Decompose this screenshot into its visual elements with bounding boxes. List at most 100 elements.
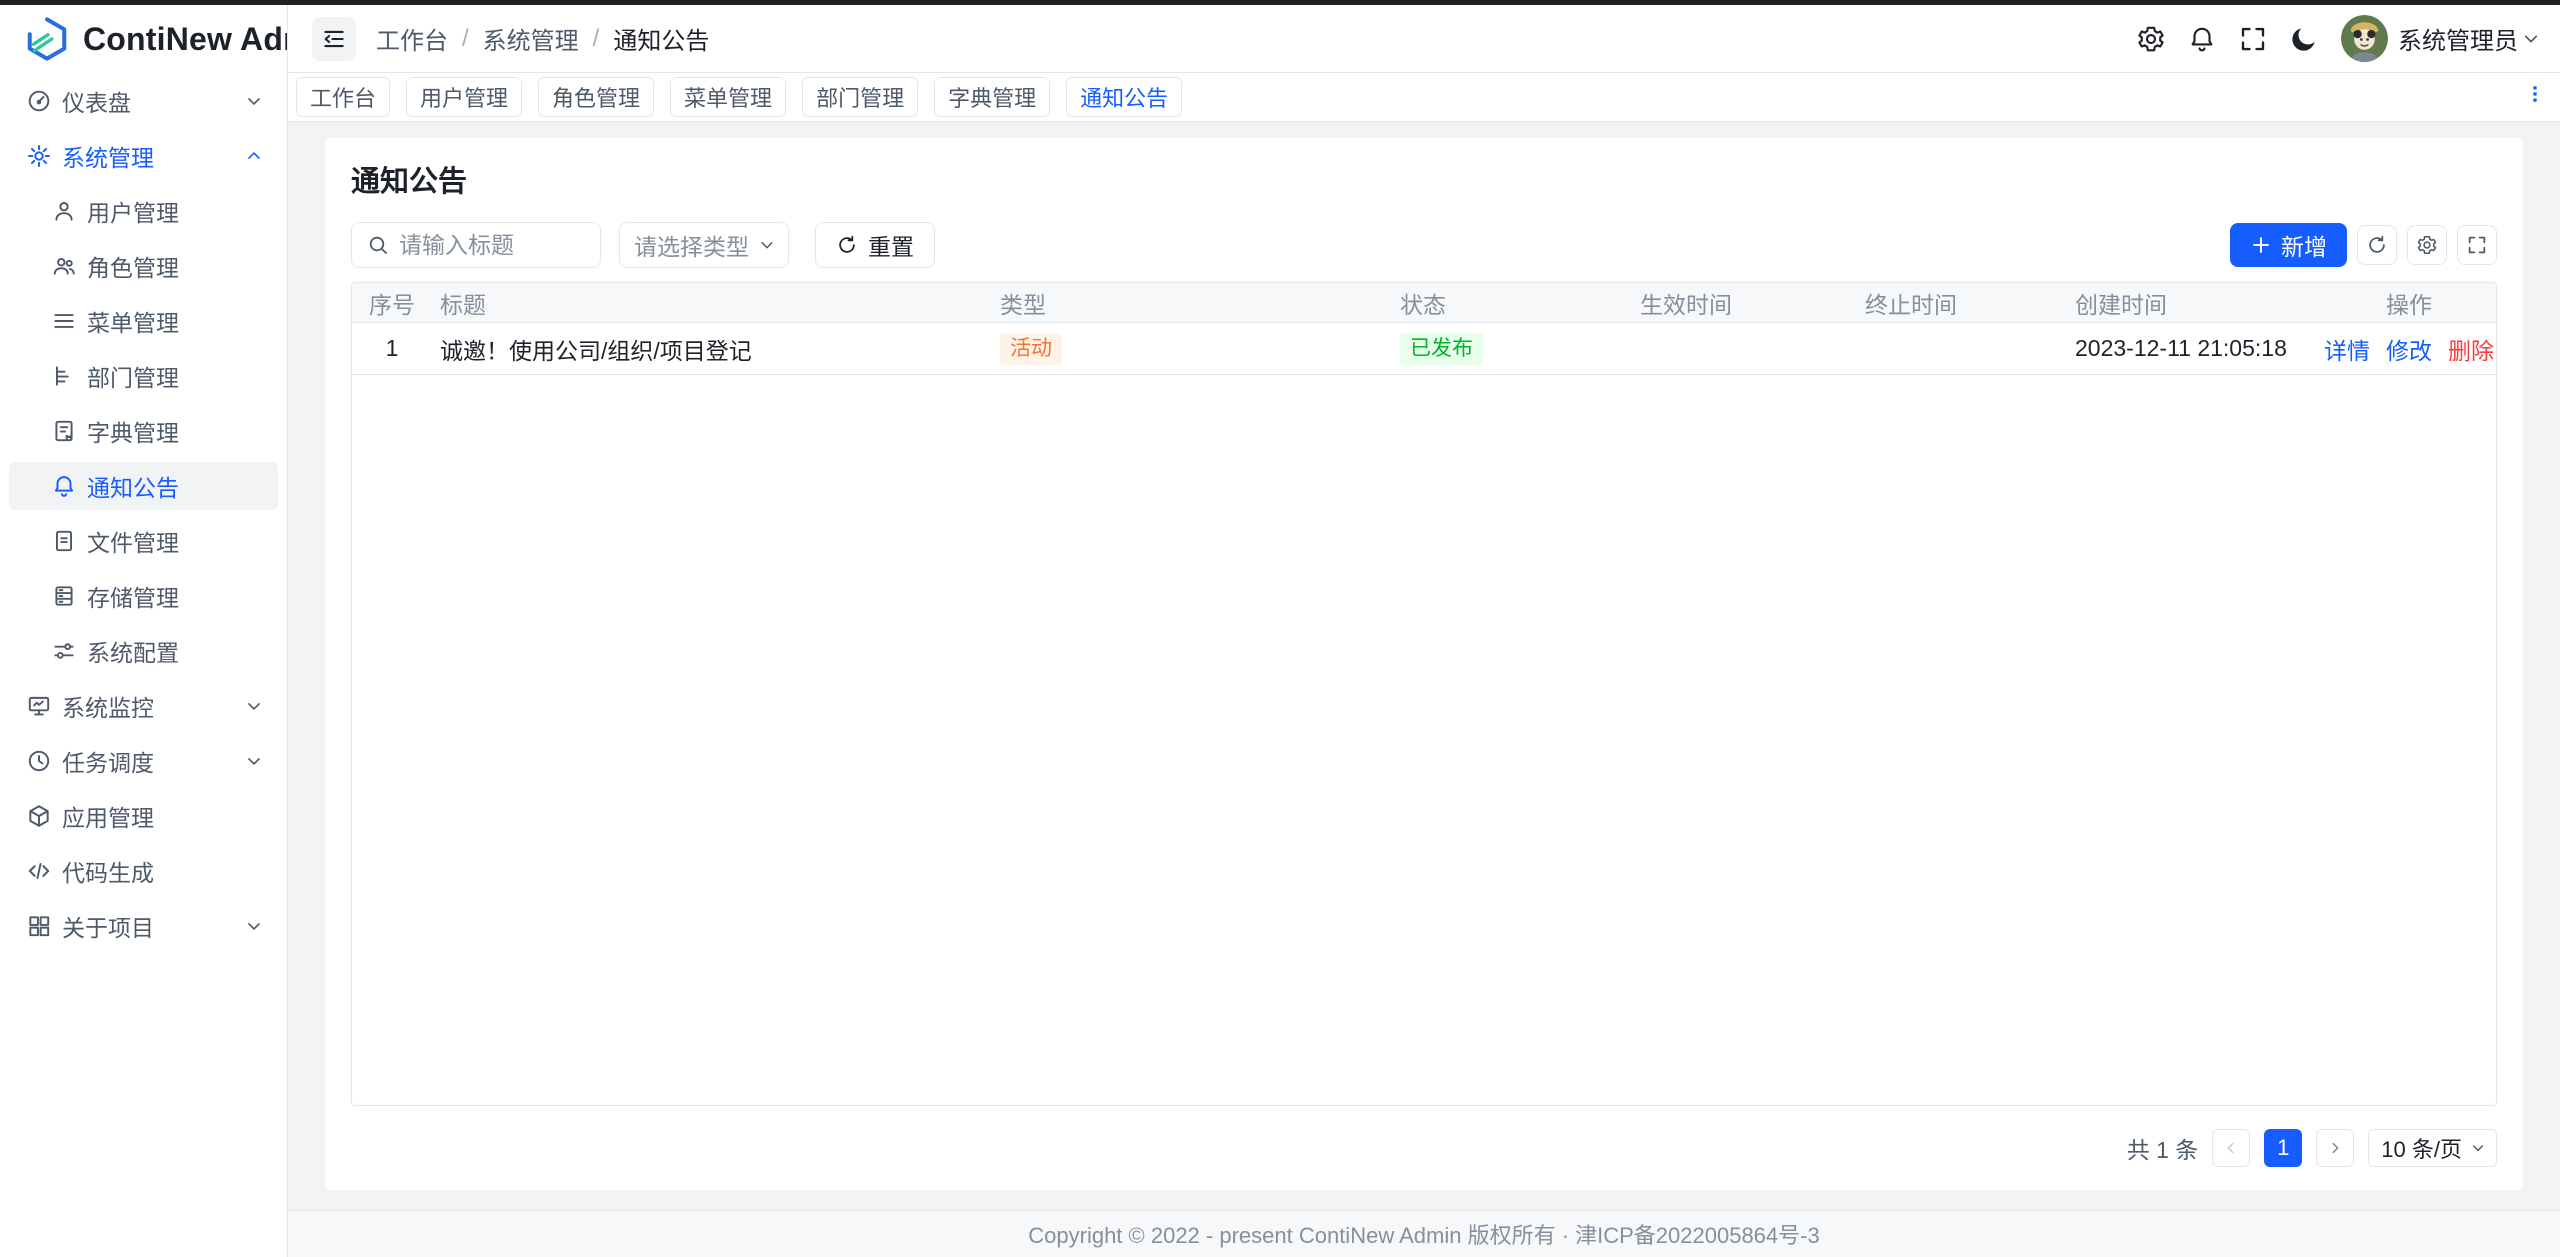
reset-label: 重置 xyxy=(868,228,914,262)
breadcrumb-separator: / xyxy=(462,25,469,53)
breadcrumb-item[interactable]: 工作台 xyxy=(376,21,448,56)
title-search-field[interactable] xyxy=(351,222,601,268)
type-select[interactable]: 请选择类型 xyxy=(619,222,789,268)
sidebar-item-label: 系统监控 xyxy=(62,689,234,723)
dashboard-icon xyxy=(26,88,52,114)
sidebar-item-system-config[interactable]: 系统配置 xyxy=(9,627,278,675)
sidebar-item-dashboard[interactable]: 仪表盘 xyxy=(9,77,278,125)
column-settings-button[interactable] xyxy=(2407,225,2447,265)
tab-label: 字典管理 xyxy=(948,81,1036,113)
sidebar-item-user-management[interactable]: 用户管理 xyxy=(9,187,278,235)
detail-link[interactable]: 详情 xyxy=(2324,332,2370,366)
notification-bell-icon[interactable] xyxy=(2187,24,2217,54)
tree-list-icon xyxy=(51,363,77,389)
tab-label: 通知公告 xyxy=(1080,81,1168,113)
sidebar: ContiNew Admin 仪表盘 xyxy=(0,5,288,1257)
table-row: 1 诚邀！使用公司/组织/项目登记 活动 已发布 2023-12-11 21:0… xyxy=(352,323,2496,375)
pagination-next-button[interactable] xyxy=(2316,1129,2354,1167)
sidebar-item-role-management[interactable]: 角色管理 xyxy=(9,242,278,290)
content-area: 通知公告 请选择类型 xyxy=(288,122,2560,1210)
sidebar-item-system-management[interactable]: 系统管理 xyxy=(9,132,278,180)
reset-button[interactable]: 重置 xyxy=(815,222,935,268)
sidebar-item-label: 关于项目 xyxy=(62,909,234,943)
page-title: 通知公告 xyxy=(351,162,2497,202)
tab-label: 菜单管理 xyxy=(684,81,772,113)
pagination: 共 1 条 1 10 条/页 xyxy=(351,1106,2497,1190)
tab-label: 角色管理 xyxy=(552,81,640,113)
pagination-page-1[interactable]: 1 xyxy=(2264,1129,2302,1167)
clock-icon xyxy=(26,748,52,774)
page-size-value: 10 条/页 xyxy=(2381,1132,2462,1164)
fullscreen-icon xyxy=(2466,234,2488,256)
chevron-left-icon xyxy=(2223,1140,2239,1156)
sidebar-item-menu-management[interactable]: 菜单管理 xyxy=(9,297,278,345)
sidebar-collapse-button[interactable] xyxy=(312,17,356,61)
sidebar-item-dept-management[interactable]: 部门管理 xyxy=(9,352,278,400)
sidebar-item-label: 通知公告 xyxy=(87,469,264,503)
settings-gear-icon[interactable] xyxy=(2136,24,2166,54)
pagination-prev-button[interactable] xyxy=(2212,1129,2250,1167)
chevron-down-icon xyxy=(2470,1140,2486,1156)
add-button[interactable]: 新增 xyxy=(2230,223,2347,267)
sidebar-item-storage-management[interactable]: 存储管理 xyxy=(9,572,278,620)
sidebar-item-notice-announcement[interactable]: 通知公告 xyxy=(9,462,278,510)
header-right: 系统管理员 xyxy=(2115,15,2540,62)
logo-row[interactable]: ContiNew Admin xyxy=(0,5,287,73)
toolbar: 请选择类型 重置 xyxy=(351,222,2497,268)
menu-lines-icon xyxy=(51,308,77,334)
monitor-icon xyxy=(26,693,52,719)
fullscreen-icon[interactable] xyxy=(2238,24,2268,54)
gear-icon xyxy=(26,143,52,169)
sidebar-item-label: 文件管理 xyxy=(87,524,264,558)
sidebar-item-app-management[interactable]: 应用管理 xyxy=(9,792,278,840)
page-size-select[interactable]: 10 条/页 xyxy=(2368,1129,2497,1167)
breadcrumb-separator: / xyxy=(593,25,600,53)
app-root: ContiNew Admin 仪表盘 xyxy=(0,5,2560,1257)
tab-notice-announcement[interactable]: 通知公告 xyxy=(1066,77,1182,117)
user-name[interactable]: 系统管理员 xyxy=(2398,21,2518,56)
tab-more-dots-icon[interactable] xyxy=(2524,83,2546,111)
chevron-down-icon xyxy=(244,696,264,716)
table-fullscreen-button[interactable] xyxy=(2457,225,2497,265)
sidebar-item-task-schedule[interactable]: 任务调度 xyxy=(9,737,278,785)
sidebar-item-label: 仪表盘 xyxy=(62,84,234,118)
tab-menu-management[interactable]: 菜单管理 xyxy=(670,77,786,117)
tab-label: 用户管理 xyxy=(420,81,508,113)
tab-user-management[interactable]: 用户管理 xyxy=(406,77,522,117)
sidebar-item-label: 存储管理 xyxy=(87,579,264,613)
sidebar-item-about-project[interactable]: 关于项目 xyxy=(9,902,278,950)
chevron-up-icon xyxy=(244,146,264,166)
sidebar-item-label: 代码生成 xyxy=(62,854,264,888)
column-header-index: 序号 xyxy=(352,286,432,320)
refresh-icon xyxy=(836,234,858,256)
add-label: 新增 xyxy=(2281,228,2327,262)
tab-label: 工作台 xyxy=(310,81,376,113)
search-input[interactable] xyxy=(399,232,588,259)
user-avatar[interactable] xyxy=(2341,15,2388,62)
sidebar-item-code-generation[interactable]: 代码生成 xyxy=(9,847,278,895)
tab-role-management[interactable]: 角色管理 xyxy=(538,77,654,117)
tab-dept-management[interactable]: 部门管理 xyxy=(802,77,918,117)
sidebar-item-dict-management[interactable]: 字典管理 xyxy=(9,407,278,455)
delete-link[interactable]: 删除 xyxy=(2448,332,2494,366)
file-icon xyxy=(51,528,77,554)
refresh-table-button[interactable] xyxy=(2357,225,2397,265)
sidebar-item-label: 菜单管理 xyxy=(87,304,264,338)
tab-dict-management[interactable]: 字典管理 xyxy=(934,77,1050,117)
chevron-down-icon xyxy=(244,751,264,771)
breadcrumb-item-current: 通知公告 xyxy=(613,21,709,56)
dark-mode-moon-icon[interactable] xyxy=(2289,24,2319,54)
tab-workbench[interactable]: 工作台 xyxy=(296,77,390,117)
sidebar-item-file-management[interactable]: 文件管理 xyxy=(9,517,278,565)
chevron-down-icon[interactable] xyxy=(2522,30,2540,48)
breadcrumb-item[interactable]: 系统管理 xyxy=(483,21,579,56)
users-icon xyxy=(51,253,77,279)
breadcrumb: 工作台 / 系统管理 / 通知公告 xyxy=(376,21,709,56)
sidebar-item-system-monitor[interactable]: 系统监控 xyxy=(9,682,278,730)
search-icon xyxy=(366,233,390,257)
edit-link[interactable]: 修改 xyxy=(2386,332,2432,366)
column-header-status: 状态 xyxy=(1392,286,1632,320)
sidebar-item-label: 系统配置 xyxy=(87,634,264,668)
cell-created-time: 2023-12-11 21:05:18 xyxy=(2067,335,2322,362)
chevron-down-icon xyxy=(244,916,264,936)
